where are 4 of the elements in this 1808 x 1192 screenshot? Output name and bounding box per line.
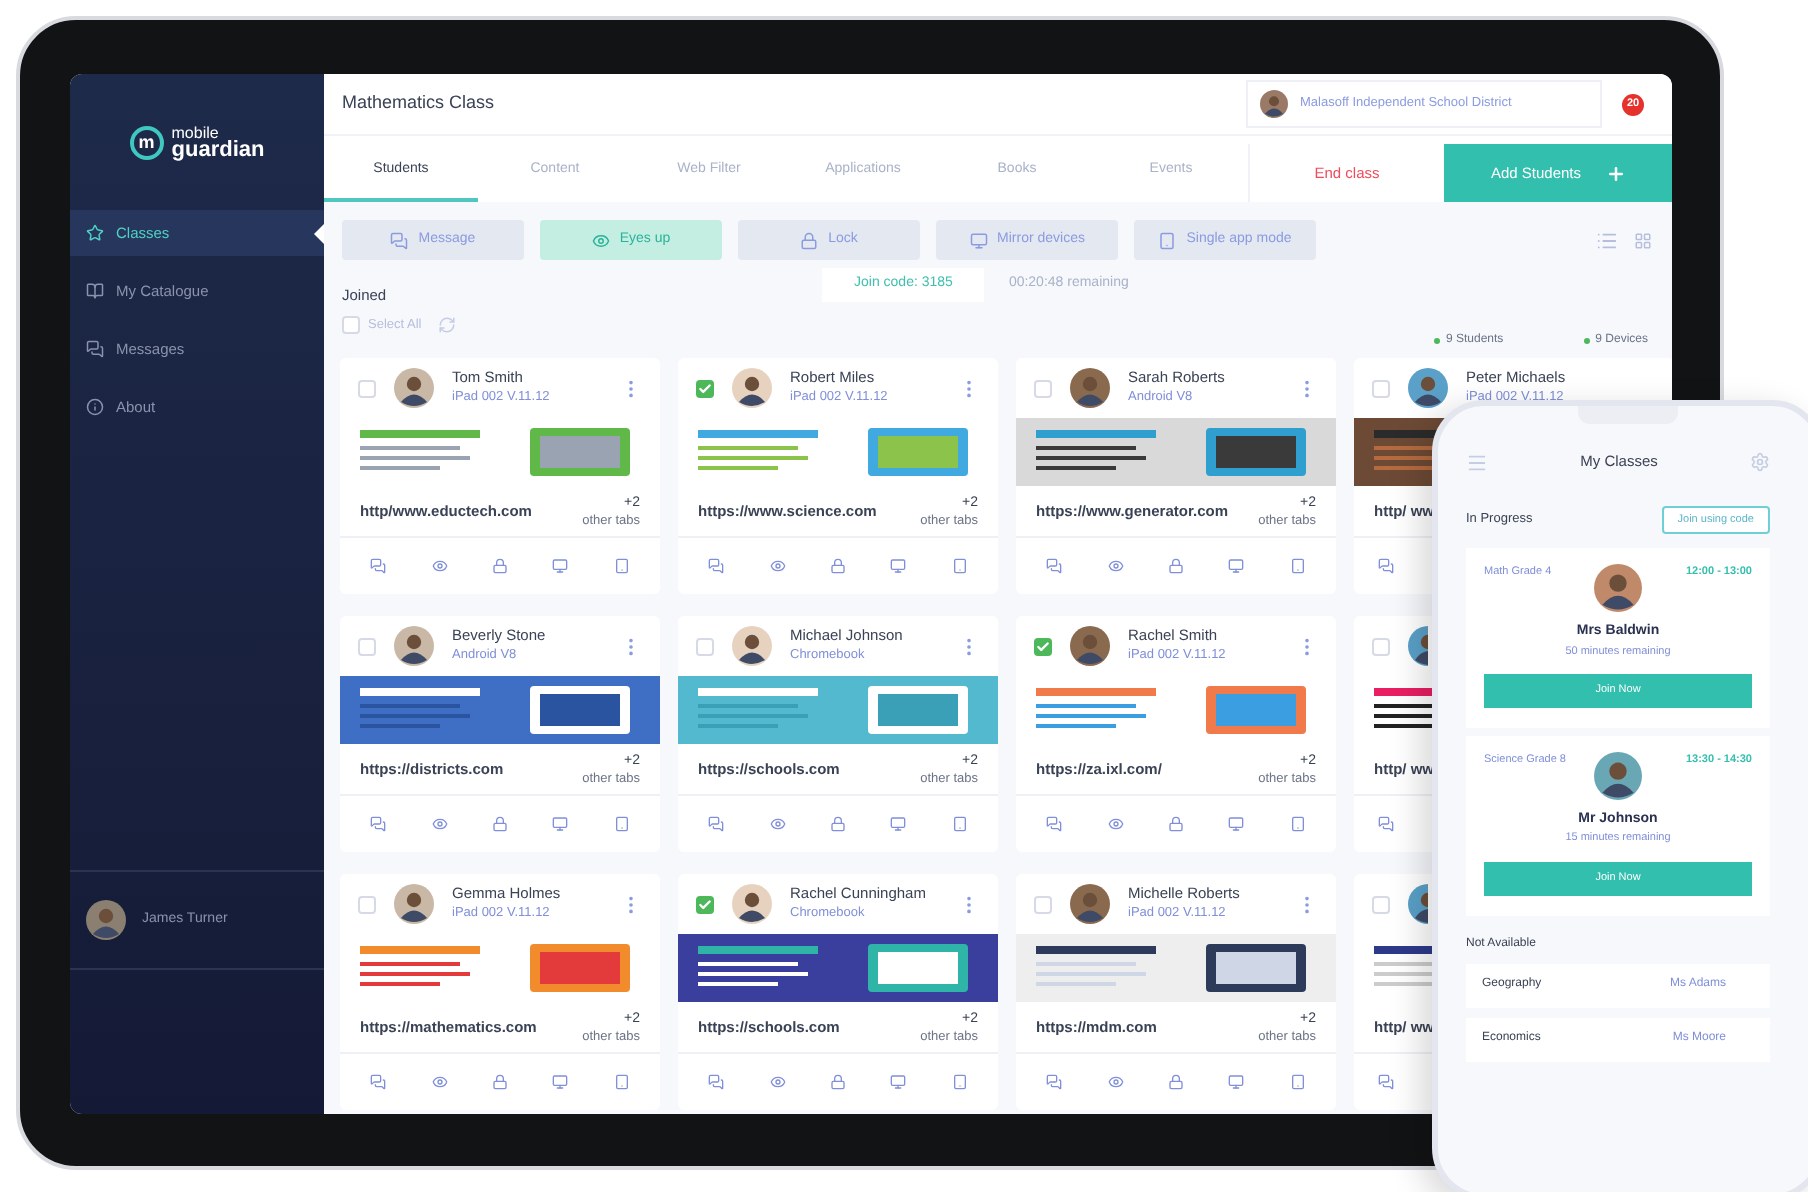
logo-badge: m — [129, 125, 164, 159]
logo-text: mobile — [171, 124, 219, 142]
class-title: Mathematics Class — [342, 90, 495, 117]
logo-text: guardian — [171, 142, 265, 160]
